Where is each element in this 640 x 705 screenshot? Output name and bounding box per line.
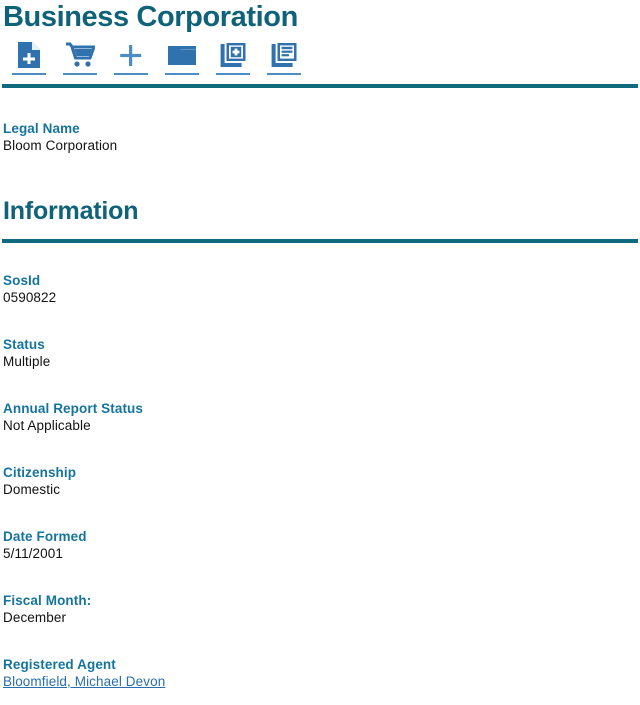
citizenship-field: Citizenship Domestic	[2, 464, 638, 499]
fiscal-month-value: December	[3, 610, 67, 625]
toolbar	[2, 40, 638, 75]
date-formed-field: Date Formed 5/11/2001	[2, 528, 638, 563]
date-formed-value: 5/11/2001	[3, 546, 63, 561]
sosid-field: SosId 0590822	[2, 272, 638, 307]
icon-underline	[113, 73, 148, 75]
annual-report-status-label: Annual Report Status	[3, 401, 144, 416]
icon-underline	[164, 73, 199, 75]
folder-icon	[167, 40, 197, 70]
plus-icon	[118, 40, 144, 70]
fiscal-month-field: Fiscal Month: December	[2, 592, 638, 627]
icon-underline	[11, 73, 46, 75]
legal-name-field: Legal Name Bloom Corporation	[2, 120, 638, 155]
copy-plus-icon	[219, 40, 247, 70]
registered-agent-field: Registered Agent Bloomfield, Michael Dev…	[2, 656, 638, 691]
registered-agent-link[interactable]: Bloomfield, Michael Devon	[3, 673, 165, 691]
fiscal-month-label: Fiscal Month:	[3, 593, 92, 608]
legal-name-value: Bloom Corporation	[3, 138, 118, 153]
shopping-cart-button[interactable]	[54, 40, 105, 75]
document-list-button[interactable]	[258, 40, 309, 75]
information-section-header: Information	[2, 196, 638, 226]
documents-list-icon	[270, 40, 298, 70]
legal-name-label: Legal Name	[3, 121, 80, 136]
information-field-list: SosId 0590822 Status Multiple Annual Rep…	[2, 272, 638, 691]
sosid-value: 0590822	[3, 290, 57, 305]
date-formed-label: Date Formed	[3, 529, 87, 544]
information-divider	[2, 239, 638, 243]
icon-underline	[266, 73, 301, 75]
icon-underline	[62, 73, 97, 75]
cart-icon	[65, 40, 95, 70]
add-document-button[interactable]	[207, 40, 258, 75]
information-heading: Information	[3, 197, 139, 225]
registered-agent-label: Registered Agent	[3, 657, 116, 672]
new-filing-button[interactable]	[3, 40, 54, 75]
add-button[interactable]	[105, 40, 156, 75]
status-value: Multiple	[3, 354, 51, 369]
page-title: Business Corporation	[3, 1, 298, 33]
status-label: Status	[3, 337, 45, 352]
sosid-label: SosId	[3, 273, 41, 288]
status-field: Status Multiple	[2, 336, 638, 371]
document-plus-icon	[16, 40, 42, 70]
header-divider	[2, 84, 638, 88]
business-corporation-page: Business Corporation Legal Name Bloom Co…	[0, 0, 640, 705]
annual-report-status-value: Not Applicable	[3, 418, 91, 433]
icon-underline	[215, 73, 250, 75]
citizenship-value: Domestic	[3, 482, 61, 497]
folder-button[interactable]	[156, 40, 207, 75]
annual-report-status-field: Annual Report Status Not Applicable	[2, 400, 638, 435]
citizenship-label: Citizenship	[3, 465, 77, 480]
